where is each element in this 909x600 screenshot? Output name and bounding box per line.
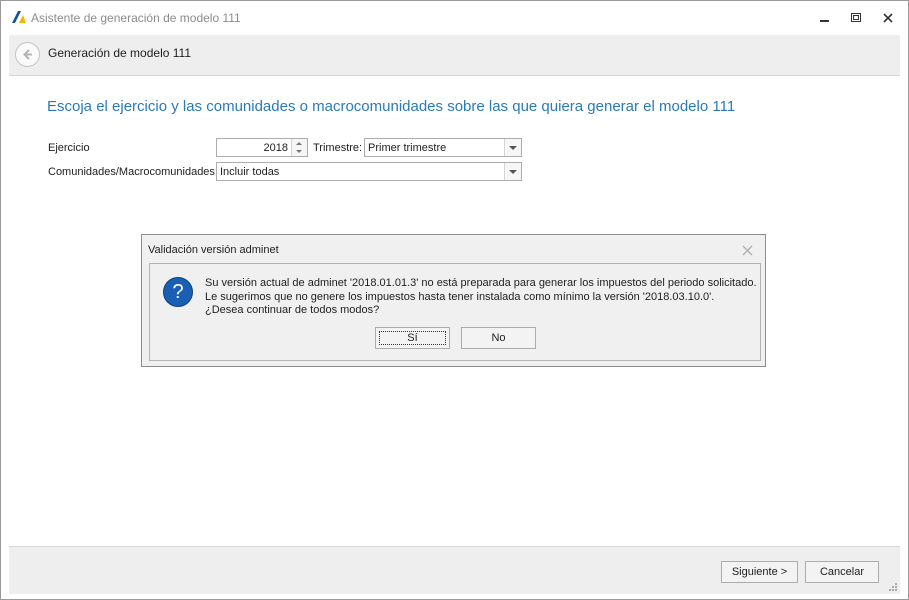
comunidades-select[interactable]: Incluir todas [216, 162, 522, 181]
dialog-body: ? Su versión actual de adminet '2018.01.… [149, 263, 761, 361]
close-icon[interactable] [879, 10, 897, 26]
title-bar: Asistente de generación de modelo 111 [1, 1, 908, 35]
page-heading: Escoja el ejercicio y las comunidades o … [47, 98, 736, 115]
comunidades-dropdown-button[interactable] [504, 163, 521, 180]
validation-dialog: Validación versión adminet ? Su versión … [141, 234, 766, 367]
message-line: ¿Desea continuar de todos modos? [205, 304, 380, 316]
aeat-logo-icon [12, 11, 26, 23]
dialog-close-icon[interactable] [742, 245, 753, 256]
yes-button[interactable]: Sí [375, 327, 450, 349]
no-button[interactable]: No [461, 327, 536, 349]
resize-grip-icon[interactable] [888, 582, 898, 592]
message-line: Su versión actual de adminet '2018.01.01… [205, 277, 757, 289]
wizard-header: Generación de modelo 111 [9, 35, 900, 76]
comunidades-value: Incluir todas [220, 166, 280, 178]
chevron-down-icon [509, 146, 517, 150]
spinner-buttons[interactable] [291, 139, 307, 156]
question-icon: ? [163, 277, 193, 307]
wizard-title: Generación de modelo 111 [48, 46, 191, 60]
window-title: Asistente de generación de modelo 111 [31, 11, 241, 25]
app-window: Asistente de generación de modelo 111 Ge… [0, 0, 909, 600]
trimestre-value: Primer trimestre [368, 142, 447, 154]
ejercicio-value[interactable]: 2018 [264, 142, 288, 154]
cancel-button[interactable]: Cancelar [805, 561, 879, 583]
message-line: Le sugerimos que no genere los impuestos… [205, 291, 715, 303]
trimestre-label: Trimestre: [313, 142, 363, 154]
dialog-title: Validación versión adminet [148, 244, 279, 256]
spin-up-icon[interactable] [296, 142, 302, 145]
trimestre-dropdown-button[interactable] [504, 139, 521, 156]
maximize-icon[interactable] [847, 10, 865, 26]
chevron-down-icon [509, 170, 517, 174]
comunidades-label: Comunidades/Macrocomunidades: [48, 166, 218, 178]
next-button[interactable]: Siguiente > [721, 561, 798, 583]
wizard-footer: Siguiente > Cancelar [9, 546, 900, 594]
ejercicio-label: Ejercicio [48, 142, 90, 154]
back-arrow-icon[interactable] [15, 42, 40, 67]
minimize-icon[interactable] [816, 10, 834, 26]
spin-down-icon[interactable] [296, 150, 302, 153]
ejercicio-spinner[interactable]: 2018 [216, 138, 308, 157]
trimestre-select[interactable]: Primer trimestre [364, 138, 522, 157]
